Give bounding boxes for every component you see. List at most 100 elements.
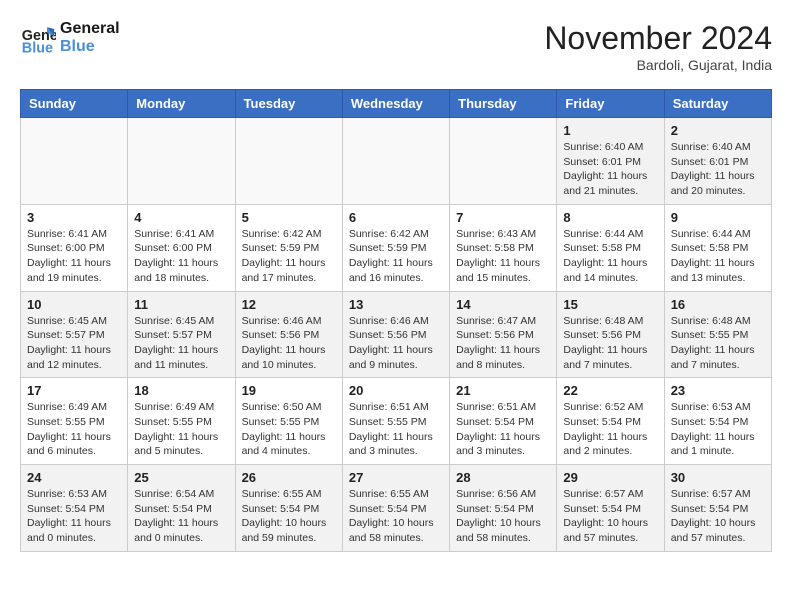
day-number: 22 [563, 383, 657, 398]
day-info: Sunrise: 6:48 AMSunset: 5:56 PMDaylight:… [563, 314, 657, 373]
day-cell [450, 118, 557, 205]
day-cell: 24 Sunrise: 6:53 AMSunset: 5:54 PMDayligh… [21, 465, 128, 552]
day-number: 14 [456, 297, 550, 312]
day-info: Sunrise: 6:40 AMSunset: 6:01 PMDaylight:… [563, 140, 657, 199]
day-cell: 23 Sunrise: 6:53 AMSunset: 5:54 PMDayligh… [664, 378, 771, 465]
day-cell: 8 Sunrise: 6:44 AMSunset: 5:58 PMDaylight… [557, 204, 664, 291]
day-number: 30 [671, 470, 765, 485]
day-number: 3 [27, 210, 121, 225]
day-number: 24 [27, 470, 121, 485]
location: Bardoli, Gujarat, India [544, 57, 772, 73]
day-number: 23 [671, 383, 765, 398]
weekday-header-row: SundayMondayTuesdayWednesdayThursdayFrid… [21, 90, 772, 118]
day-number: 8 [563, 210, 657, 225]
week-row-4: 17 Sunrise: 6:49 AMSunset: 5:55 PMDayligh… [21, 378, 772, 465]
logo: General Blue General Blue [20, 20, 120, 56]
day-info: Sunrise: 6:50 AMSunset: 5:55 PMDaylight:… [242, 400, 336, 459]
day-info: Sunrise: 6:49 AMSunset: 5:55 PMDaylight:… [27, 400, 121, 459]
day-cell: 19 Sunrise: 6:50 AMSunset: 5:55 PMDayligh… [235, 378, 342, 465]
day-info: Sunrise: 6:51 AMSunset: 5:55 PMDaylight:… [349, 400, 443, 459]
day-number: 11 [134, 297, 228, 312]
day-info: Sunrise: 6:56 AMSunset: 5:54 PMDaylight:… [456, 487, 550, 546]
weekday-header-friday: Friday [557, 90, 664, 118]
day-cell: 16 Sunrise: 6:48 AMSunset: 5:55 PMDayligh… [664, 291, 771, 378]
day-info: Sunrise: 6:51 AMSunset: 5:54 PMDaylight:… [456, 400, 550, 459]
day-number: 19 [242, 383, 336, 398]
day-number: 28 [456, 470, 550, 485]
week-row-3: 10 Sunrise: 6:45 AMSunset: 5:57 PMDayligh… [21, 291, 772, 378]
day-cell: 20Sunrise: 6:51 AMSunset: 5:55 PMDayligh… [342, 378, 449, 465]
day-info: Sunrise: 6:57 AMSunset: 5:54 PMDaylight:… [671, 487, 765, 546]
weekday-header-tuesday: Tuesday [235, 90, 342, 118]
day-number: 10 [27, 297, 121, 312]
day-cell [235, 118, 342, 205]
day-cell: 6 Sunrise: 6:42 AMSunset: 5:59 PMDaylight… [342, 204, 449, 291]
day-info: Sunrise: 6:57 AMSunset: 5:54 PMDaylight:… [563, 487, 657, 546]
day-cell: 4 Sunrise: 6:41 AMSunset: 6:00 PMDaylight… [128, 204, 235, 291]
day-number: 7 [456, 210, 550, 225]
day-cell: 10 Sunrise: 6:45 AMSunset: 5:57 PMDayligh… [21, 291, 128, 378]
day-info: Sunrise: 6:48 AMSunset: 5:55 PMDaylight:… [671, 314, 765, 373]
day-info: Sunrise: 6:45 AMSunset: 5:57 PMDaylight:… [27, 314, 121, 373]
day-info: Sunrise: 6:47 AMSunset: 5:56 PMDaylight:… [456, 314, 550, 373]
day-info: Sunrise: 6:42 AMSunset: 5:59 PMDaylight:… [242, 227, 336, 286]
day-number: 27 [349, 470, 443, 485]
day-info: Sunrise: 6:53 AMSunset: 5:54 PMDaylight:… [671, 400, 765, 459]
day-number: 16 [671, 297, 765, 312]
day-info: Sunrise: 6:41 AMSunset: 6:00 PMDaylight:… [134, 227, 228, 286]
day-cell: 29 Sunrise: 6:57 AMSunset: 5:54 PMDayligh… [557, 465, 664, 552]
day-info: Sunrise: 6:46 AMSunset: 5:56 PMDaylight:… [242, 314, 336, 373]
day-cell [21, 118, 128, 205]
day-number: 1 [563, 123, 657, 138]
weekday-header-sunday: Sunday [21, 90, 128, 118]
day-info: Sunrise: 6:42 AMSunset: 5:59 PMDaylight:… [349, 227, 443, 286]
day-info: Sunrise: 6:53 AMSunset: 5:54 PMDaylight:… [27, 487, 121, 546]
day-number: 6 [349, 210, 443, 225]
day-number: 5 [242, 210, 336, 225]
weekday-header-saturday: Saturday [664, 90, 771, 118]
day-cell: 28 Sunrise: 6:56 AMSunset: 5:54 PMDayligh… [450, 465, 557, 552]
logo-icon: General Blue [20, 20, 56, 56]
day-cell [128, 118, 235, 205]
day-info: Sunrise: 6:46 AMSunset: 5:56 PMDaylight:… [349, 314, 443, 373]
day-number: 26 [242, 470, 336, 485]
day-cell: 21 Sunrise: 6:51 AMSunset: 5:54 PMDayligh… [450, 378, 557, 465]
day-cell: 13Sunrise: 6:46 AMSunset: 5:56 PMDayligh… [342, 291, 449, 378]
day-info: Sunrise: 6:49 AMSunset: 5:55 PMDaylight:… [134, 400, 228, 459]
day-number: 4 [134, 210, 228, 225]
weekday-header-thursday: Thursday [450, 90, 557, 118]
day-number: 29 [563, 470, 657, 485]
day-cell: 2Sunrise: 6:40 AMSunset: 6:01 PMDaylight… [664, 118, 771, 205]
day-info: Sunrise: 6:43 AMSunset: 5:58 PMDaylight:… [456, 227, 550, 286]
day-cell: 25 Sunrise: 6:54 AMSunset: 5:54 PMDayligh… [128, 465, 235, 552]
logo-line1: General [60, 20, 120, 38]
day-cell: 9Sunrise: 6:44 AMSunset: 5:58 PMDaylight… [664, 204, 771, 291]
day-number: 2 [671, 123, 765, 138]
calendar-table: SundayMondayTuesdayWednesdayThursdayFrid… [20, 89, 772, 552]
day-cell: 12 Sunrise: 6:46 AMSunset: 5:56 PMDayligh… [235, 291, 342, 378]
day-cell [342, 118, 449, 205]
day-number: 25 [134, 470, 228, 485]
day-cell: 1 Sunrise: 6:40 AMSunset: 6:01 PMDaylight… [557, 118, 664, 205]
day-cell: 18Sunrise: 6:49 AMSunset: 5:55 PMDayligh… [128, 378, 235, 465]
day-info: Sunrise: 6:55 AMSunset: 5:54 PMDaylight:… [349, 487, 443, 546]
week-row-2: 3 Sunrise: 6:41 AMSunset: 6:00 PMDaylight… [21, 204, 772, 291]
title-block: November 2024 Bardoli, Gujarat, India [544, 20, 772, 73]
day-cell: 15 Sunrise: 6:48 AMSunset: 5:56 PMDayligh… [557, 291, 664, 378]
day-cell: 5 Sunrise: 6:42 AMSunset: 5:59 PMDaylight… [235, 204, 342, 291]
day-info: Sunrise: 6:45 AMSunset: 5:57 PMDaylight:… [134, 314, 228, 373]
day-info: Sunrise: 6:44 AMSunset: 5:58 PMDaylight:… [563, 227, 657, 286]
week-row-5: 24 Sunrise: 6:53 AMSunset: 5:54 PMDayligh… [21, 465, 772, 552]
day-number: 15 [563, 297, 657, 312]
weekday-header-monday: Monday [128, 90, 235, 118]
day-cell: 7 Sunrise: 6:43 AMSunset: 5:58 PMDaylight… [450, 204, 557, 291]
day-number: 17 [27, 383, 121, 398]
month-title: November 2024 [544, 20, 772, 57]
day-info: Sunrise: 6:44 AMSunset: 5:58 PMDaylight:… [671, 227, 765, 286]
day-info: Sunrise: 6:54 AMSunset: 5:54 PMDaylight:… [134, 487, 228, 546]
day-number: 12 [242, 297, 336, 312]
day-number: 21 [456, 383, 550, 398]
day-info: Sunrise: 6:55 AMSunset: 5:54 PMDaylight:… [242, 487, 336, 546]
day-info: Sunrise: 6:41 AMSunset: 6:00 PMDaylight:… [27, 227, 121, 286]
day-cell: 11 Sunrise: 6:45 AMSunset: 5:57 PMDayligh… [128, 291, 235, 378]
